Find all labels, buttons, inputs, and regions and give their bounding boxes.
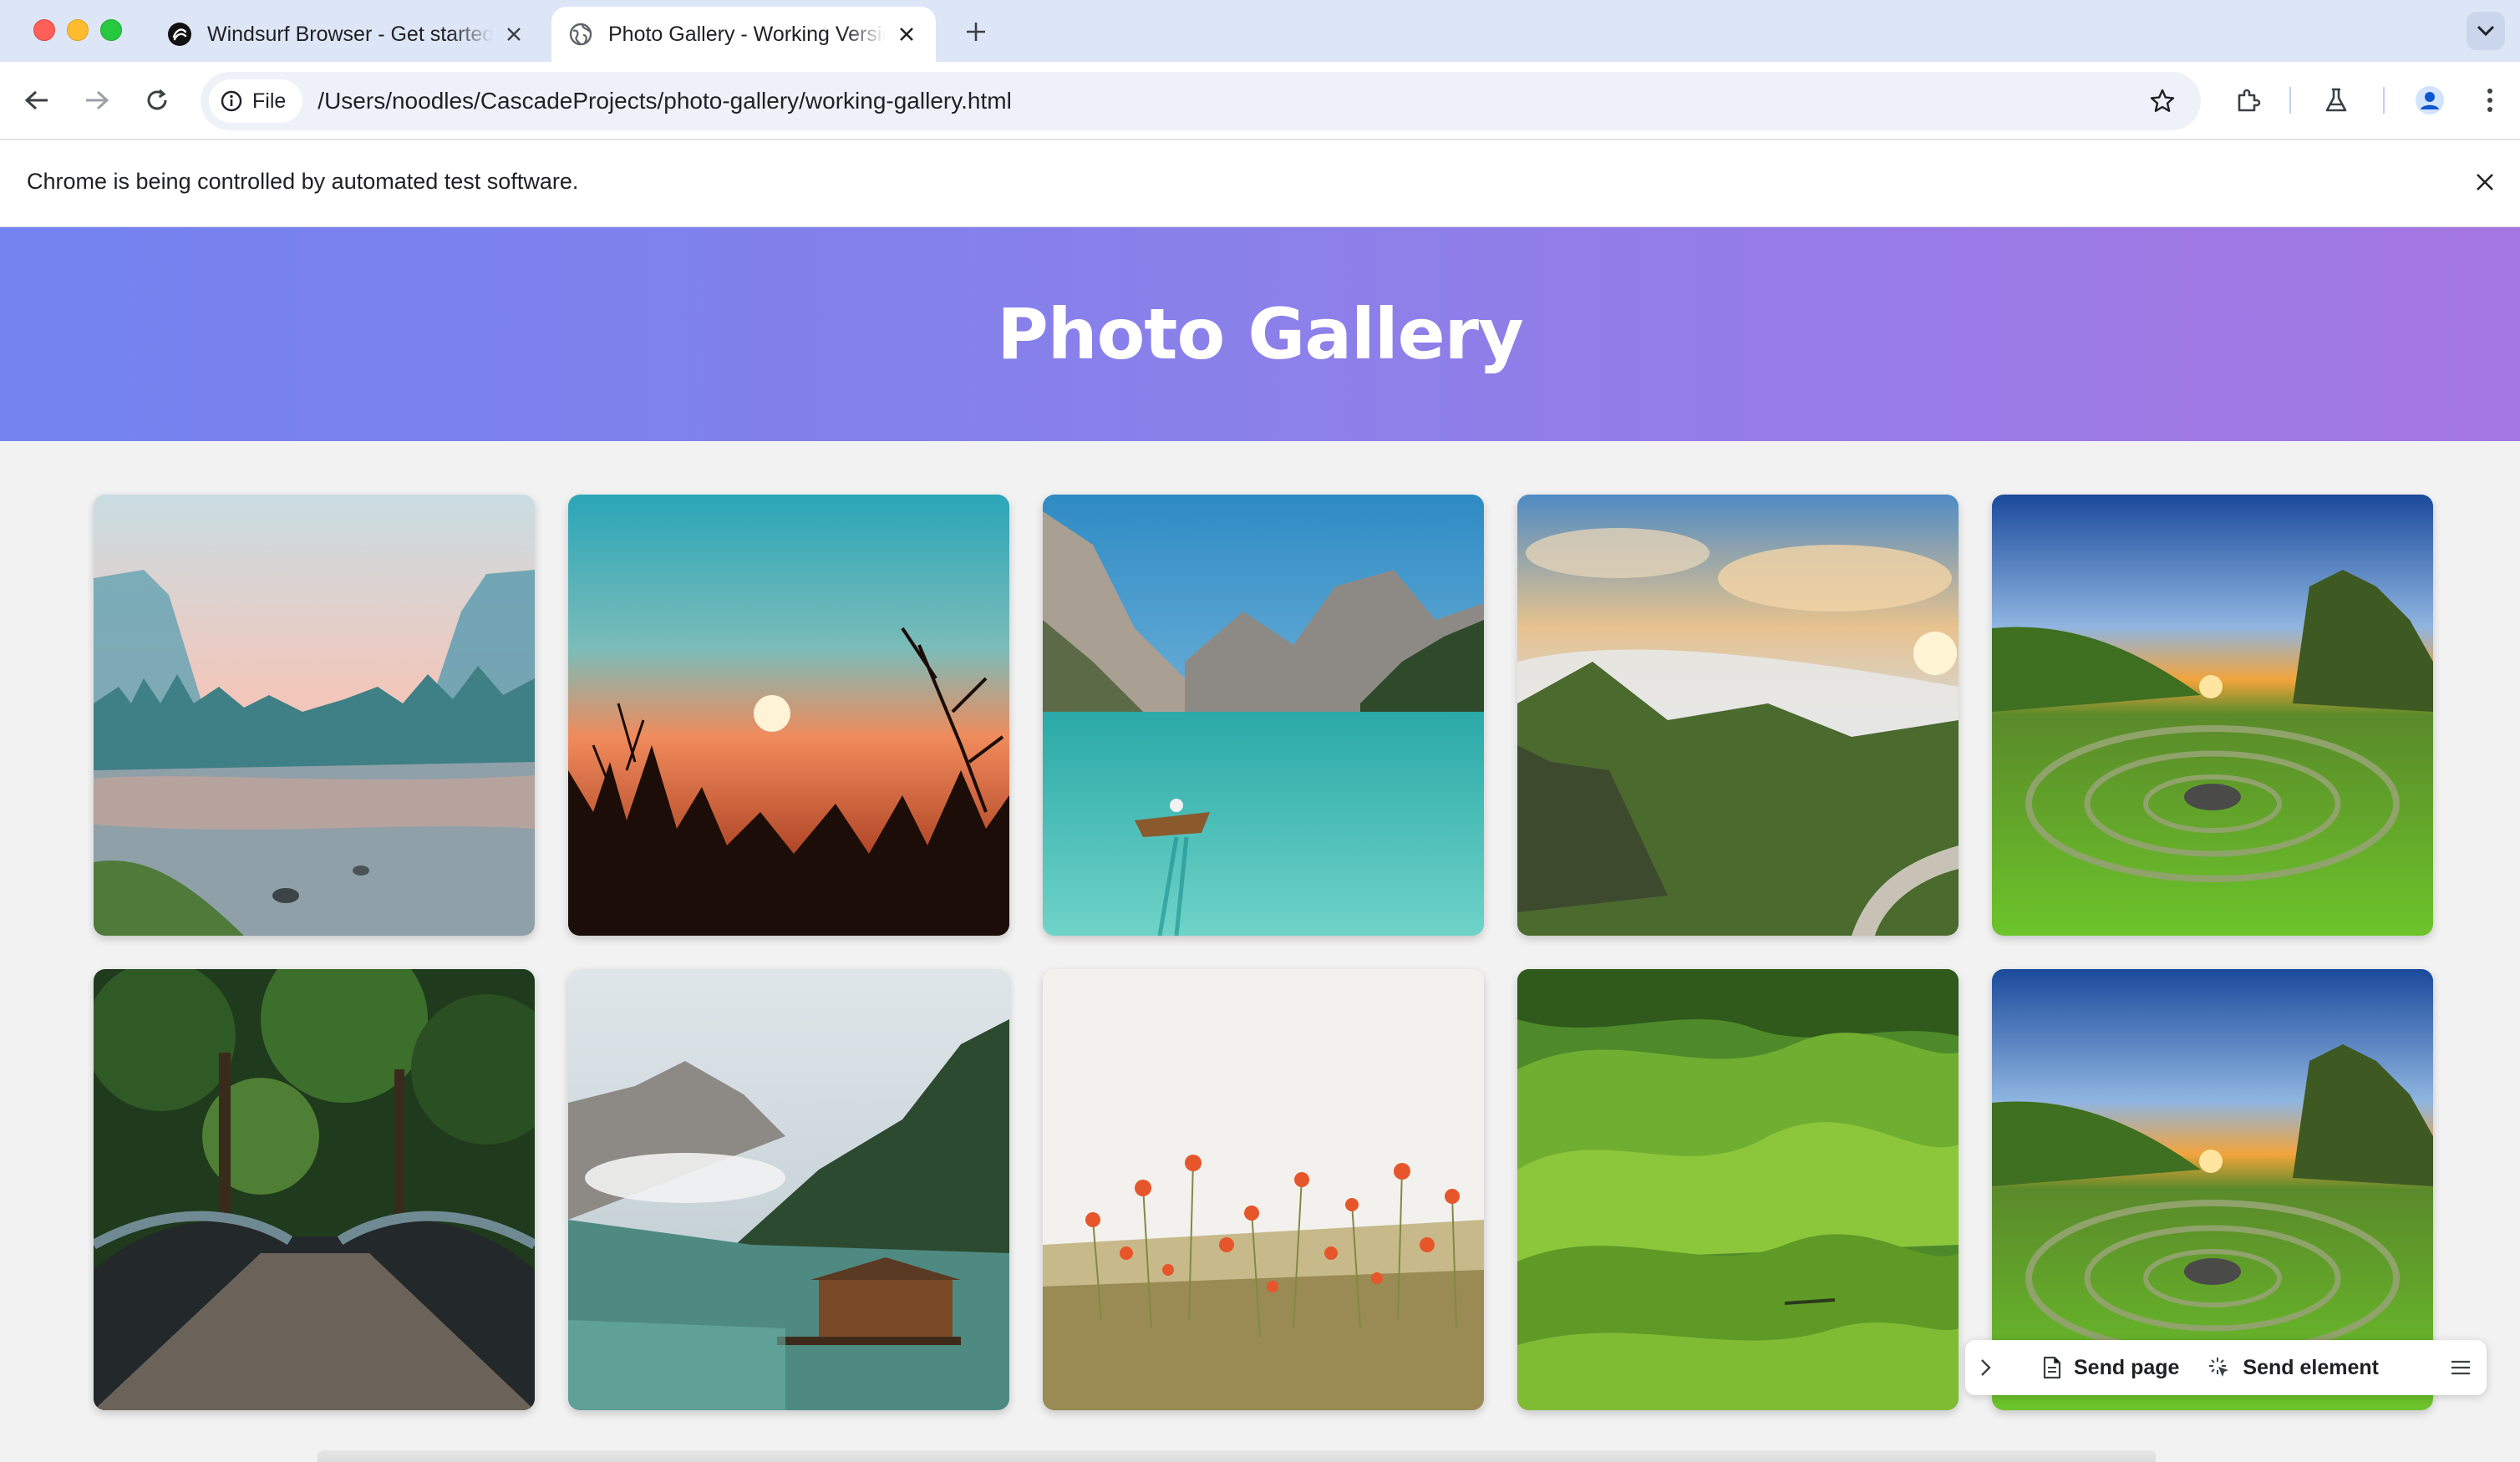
reload-icon [147, 89, 167, 110]
url-text[interactable]: /Users/noodles/CascadeProjects/photo-gal… [318, 88, 1012, 114]
close-icon [2477, 174, 2493, 190]
star-icon [2150, 89, 2175, 112]
infobar-message: Chrome is being controlled by automated … [27, 169, 579, 194]
photo-sunset-branches[interactable] [568, 495, 1009, 936]
tab-strip: Windsurf Browser - Get started Photo Gal… [0, 0, 2520, 62]
photo-misty-valley-river[interactable] [94, 495, 535, 936]
back-button[interactable] [15, 79, 58, 122]
tab-title: Windsurf Browser - Get started [207, 22, 493, 46]
horizontal-scrollbar[interactable] [318, 1450, 2156, 1462]
send-toolbar: Send page Send element [1965, 1340, 2487, 1395]
arrow-left-icon [24, 90, 48, 110]
chrome-menu-button[interactable] [2468, 79, 2512, 122]
globe-icon [569, 23, 592, 46]
browser-toolbar: File /Users/noodles/CascadeProjects/phot… [0, 62, 2520, 140]
send-element-label: Send element [2243, 1355, 2379, 1379]
photo-green-stone-circle[interactable] [1992, 495, 2433, 936]
reload-button[interactable] [135, 79, 179, 122]
info-icon [221, 90, 242, 112]
flask-icon [2325, 88, 2347, 112]
site-info-chip[interactable]: File [209, 79, 303, 123]
forward-button[interactable] [75, 79, 119, 122]
photo-green-rolling-hills[interactable] [1517, 969, 1959, 1410]
photo-lake-boathouse[interactable] [568, 969, 1009, 1410]
send-page-button[interactable]: Send page [2042, 1356, 2179, 1380]
close-window-button[interactable] [33, 19, 55, 41]
chevron-down-icon [2477, 25, 2495, 37]
photo-poppy-field[interactable] [1043, 969, 1484, 1410]
site-info-label: File [252, 89, 287, 113]
close-tab-icon[interactable] [894, 22, 919, 47]
minimize-window-button[interactable] [67, 19, 89, 41]
element-select-icon [2209, 1358, 2229, 1377]
arrow-right-icon [86, 90, 109, 110]
automation-infobar: Chrome is being controlled by automated … [0, 140, 2520, 227]
send-page-label: Send page [2074, 1355, 2180, 1379]
tab-photo-gallery[interactable]: Photo Gallery - Working Version [551, 7, 936, 62]
puzzle-icon [2238, 89, 2261, 112]
photo-forest-bridge[interactable] [94, 969, 535, 1410]
windsurf-logo-icon [168, 23, 191, 46]
chevron-right-icon [1981, 1359, 1991, 1376]
bookmark-button[interactable] [2141, 79, 2184, 123]
toolbar-separator [2383, 87, 2385, 114]
new-tab-button[interactable] [958, 13, 994, 50]
avatar-icon [2416, 86, 2444, 114]
infobar-close-button[interactable] [2467, 164, 2503, 201]
tab-search-button[interactable] [2467, 12, 2505, 50]
address-bar[interactable]: File /Users/noodles/CascadeProjects/phot… [201, 72, 2201, 130]
labs-button[interactable] [2314, 79, 2358, 122]
profile-button[interactable] [2408, 79, 2451, 122]
photo-cloudy-mountain-cliff[interactable] [1517, 495, 1959, 936]
tab-title: Photo Gallery - Working Version [608, 22, 886, 46]
photo-grid [94, 495, 2433, 1410]
plus-icon [967, 23, 985, 41]
gallery-header: Photo Gallery [0, 227, 2520, 441]
photo-mountain-lake-boat[interactable] [1043, 495, 1484, 936]
menu-icon [2451, 1360, 2470, 1375]
toolbar-menu-button[interactable] [2450, 1359, 2472, 1376]
expand-toolbar-button[interactable] [1980, 1358, 2014, 1377]
page-title: Photo Gallery [997, 293, 1524, 375]
toolbar-separator [2289, 87, 2291, 114]
extensions-button[interactable] [2226, 79, 2269, 122]
tab-windsurf[interactable]: Windsurf Browser - Get started [150, 7, 543, 62]
close-tab-icon[interactable] [501, 22, 526, 47]
send-element-button[interactable]: Send element [2208, 1356, 2379, 1380]
document-icon [2043, 1356, 2061, 1379]
maximize-window-button[interactable] [100, 19, 122, 41]
more-vert-icon [2487, 89, 2492, 112]
